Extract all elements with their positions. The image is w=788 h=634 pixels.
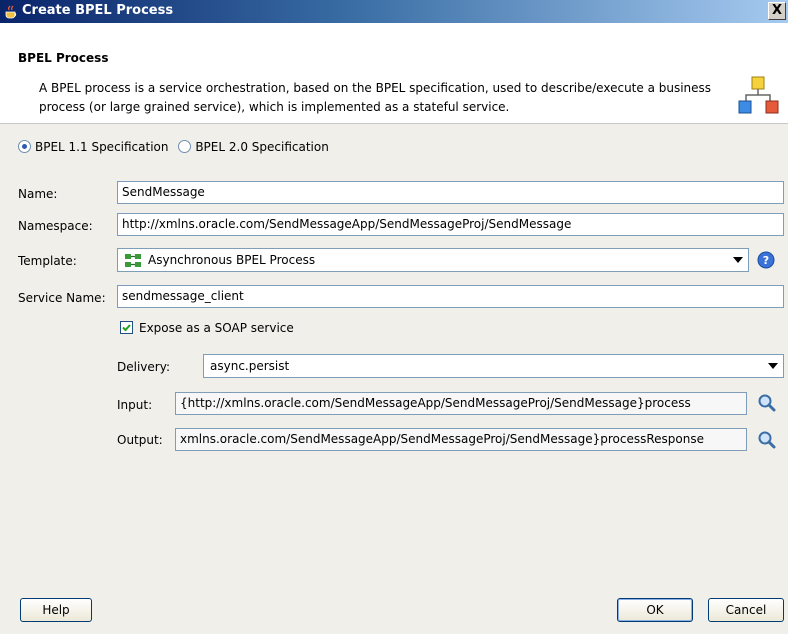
title-bar[interactable]: Create BPEL Process X: [0, 0, 788, 23]
name-field[interactable]: SendMessage: [117, 181, 784, 204]
chevron-down-icon[interactable]: [768, 363, 778, 369]
cancel-button[interactable]: Cancel: [708, 598, 784, 622]
expose-soap-label[interactable]: Expose as a SOAP service: [139, 321, 294, 335]
checkmark-icon: [122, 324, 131, 332]
service-name-field[interactable]: sendmessage_client: [117, 285, 784, 308]
bpel20-label[interactable]: BPEL 2.0 Specification: [195, 140, 329, 154]
ok-button[interactable]: OK: [617, 598, 693, 622]
namespace-label: Namespace:: [18, 219, 93, 233]
spec-radio-group: BPEL 1.1 Specification BPEL 2.0 Specific…: [18, 140, 335, 154]
delivery-select[interactable]: async.persist: [203, 354, 784, 378]
java-cup-icon: [5, 5, 17, 19]
bpel11-label[interactable]: BPEL 1.1 Specification: [35, 140, 169, 154]
help-icon[interactable]: ?: [757, 251, 775, 269]
svg-text:?: ?: [763, 254, 769, 267]
delivery-label: Delivery:: [117, 360, 170, 374]
create-bpel-process-dialog: Create BPEL Process X BPEL Process A BPE…: [0, 0, 788, 634]
name-label: Name:: [18, 187, 58, 201]
service-name-label: Service Name:: [18, 291, 106, 305]
chevron-down-icon[interactable]: [733, 257, 743, 263]
template-select[interactable]: Asynchronous BPEL Process: [117, 248, 749, 272]
bpel-process-icon: [738, 76, 779, 114]
input-browse-magnifier-icon[interactable]: [757, 393, 777, 413]
namespace-field[interactable]: http://xmlns.oracle.com/SendMessageApp/S…: [117, 213, 784, 236]
window-title: Create BPEL Process: [22, 3, 174, 18]
header-title: BPEL Process: [18, 51, 109, 65]
expose-soap-checkbox[interactable]: [120, 321, 133, 334]
help-button[interactable]: Help: [20, 598, 92, 622]
template-label: Template:: [18, 254, 77, 268]
input-label: Input:: [117, 398, 153, 412]
process-template-icon: [125, 254, 141, 267]
close-button[interactable]: X: [768, 2, 786, 20]
output-field[interactable]: xmlns.oracle.com/SendMessageApp/SendMess…: [175, 428, 747, 451]
output-browse-magnifier-icon[interactable]: [757, 430, 777, 450]
dialog-header: BPEL Process A BPEL process is a service…: [0, 23, 788, 124]
bpel11-radio[interactable]: [18, 140, 31, 153]
output-label: Output:: [117, 433, 163, 447]
template-value: Asynchronous BPEL Process: [148, 253, 316, 267]
input-field[interactable]: {http://xmlns.oracle.com/SendMessageApp/…: [175, 392, 747, 415]
delivery-value: async.persist: [210, 359, 290, 373]
bpel20-radio[interactable]: [178, 140, 192, 153]
header-description: A BPEL process is a service orchestratio…: [39, 81, 712, 114]
